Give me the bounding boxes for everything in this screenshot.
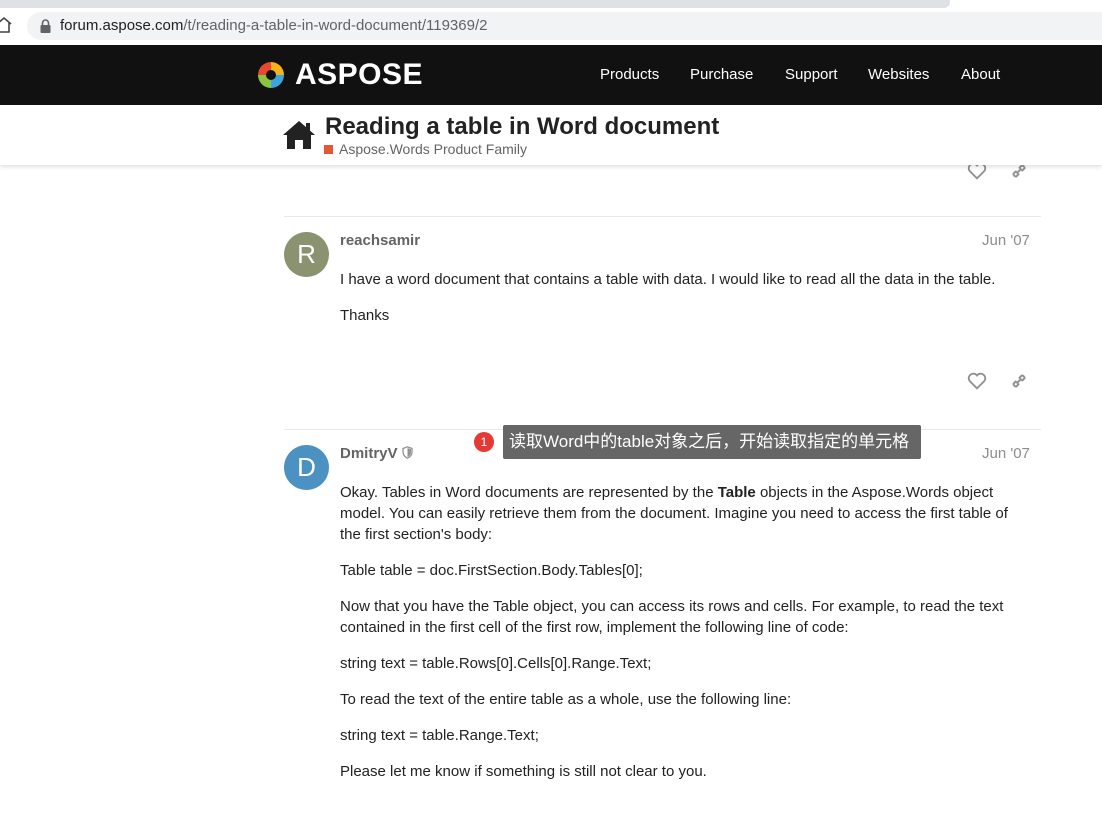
avatar[interactable]: R <box>284 232 329 277</box>
category-badge[interactable]: Aspose.Words Product Family <box>324 141 527 157</box>
post-divider <box>284 216 1041 217</box>
nav-purchase[interactable]: Purchase <box>690 66 753 83</box>
heart-icon[interactable] <box>966 370 988 392</box>
topic-title[interactable]: Reading a table in Word document <box>325 113 719 141</box>
site-header: ASPOSE Products Purchase Support Website… <box>0 45 1102 105</box>
post-paragraph: string text = table.Range.Text; <box>340 727 539 744</box>
post-username[interactable]: DmitryV <box>340 445 413 462</box>
topic-title-bar: Reading a table in Word document Aspose.… <box>0 105 1102 165</box>
avatar[interactable]: D <box>284 445 329 490</box>
post-body: I have a word document that contains a t… <box>340 269 1030 341</box>
post-actions <box>966 370 1036 394</box>
browser-toolbar: forum.aspose.com/t/reading-a-table-in-wo… <box>0 0 1102 44</box>
category-name: Aspose.Words Product Family <box>339 141 528 157</box>
annotation-tooltip: 读取Word中的table对象之后，开始读取指定的单元格 <box>503 425 922 459</box>
annotation-badge: 1 <box>474 432 494 452</box>
post-username[interactable]: reachsamir <box>340 232 420 249</box>
post-paragraph: string text = table.Rows[0].Cells[0].Ran… <box>340 655 652 672</box>
post-body: Okay. Tables in Word documents are repre… <box>340 482 1030 797</box>
nav-about[interactable]: About <box>961 66 1000 83</box>
aspose-logo[interactable]: ASPOSE <box>255 59 423 91</box>
url-text: forum.aspose.com/t/reading-a-table-in-wo… <box>60 17 487 35</box>
bold-text: Table <box>717 484 756 501</box>
post-paragraph: I have a word document that contains a t… <box>340 271 996 288</box>
username-text: DmitryV <box>340 445 398 462</box>
address-bar[interactable]: forum.aspose.com/t/reading-a-table-in-wo… <box>27 12 1102 40</box>
tab-strip <box>0 0 1102 8</box>
aspose-logo-icon <box>258 62 284 88</box>
nav-websites[interactable]: Websites <box>868 66 929 83</box>
logo-text: ASPOSE <box>295 58 424 91</box>
nav-products[interactable]: Products <box>600 66 659 83</box>
home-icon[interactable] <box>282 119 316 151</box>
post-paragraph: To read the text of the entire table as … <box>340 691 792 708</box>
link-icon[interactable] <box>1008 370 1030 392</box>
post-paragraph: Thanks <box>340 307 390 324</box>
post-paragraph: Okay. Tables in Word documents are repre… <box>340 484 1008 543</box>
category-color-swatch <box>324 144 333 154</box>
post-date[interactable]: Jun '07 <box>982 232 1030 249</box>
url-path: /t/reading-a-table-in-word-document/1193… <box>183 17 488 34</box>
browser-home-icon[interactable] <box>0 16 12 34</box>
post-paragraph: Now that you have the Table object, you … <box>340 598 1004 636</box>
post-paragraph: Table table = doc.FirstSection.Body.Tabl… <box>340 562 643 579</box>
lock-icon[interactable] <box>40 19 51 33</box>
post-paragraph: Please let me know if something is still… <box>340 763 707 780</box>
url-host: forum.aspose.com <box>60 17 184 34</box>
post-date[interactable]: Jun '07 <box>982 445 1030 462</box>
shield-icon <box>401 446 413 459</box>
nav-support[interactable]: Support <box>785 66 838 83</box>
